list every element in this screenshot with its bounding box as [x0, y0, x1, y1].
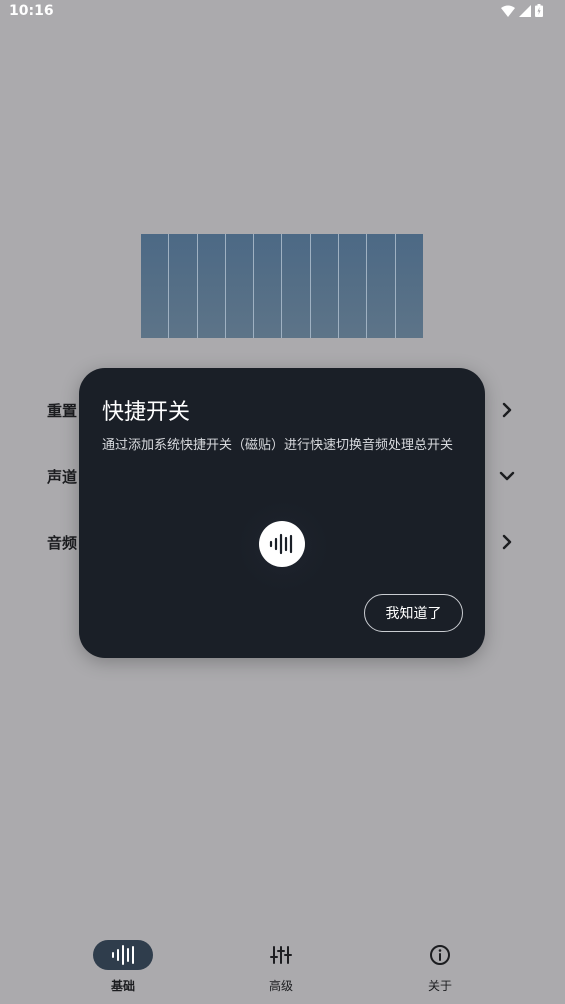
settings-row-label: 声道 [47, 468, 78, 486]
status-icons [501, 4, 543, 17]
info-icon [430, 945, 450, 965]
quick-tile-dialog: 快捷开关 通过添加系统快捷开关（磁贴）进行快速切换音频处理总开关 我知道了 [79, 368, 485, 658]
status-time: 10:16 [9, 3, 54, 19]
nav-label: 高级 [268, 979, 293, 993]
signal-icon [519, 4, 531, 17]
eq-band [395, 234, 423, 338]
eq-band [225, 234, 255, 338]
nav-label: 基础 [110, 979, 135, 993]
nav-active-indicator [93, 940, 153, 970]
nav-item-about[interactable]: 关于 [400, 930, 480, 1000]
eq-band [310, 234, 340, 338]
audio-waveform-icon [259, 521, 305, 567]
wifi-icon [501, 5, 515, 17]
nav-icon-container [251, 940, 311, 970]
chevron-right-icon [502, 402, 512, 418]
nav-item-advanced[interactable]: 高级 [241, 930, 321, 1000]
sliders-icon [270, 946, 292, 964]
eq-band [339, 234, 368, 338]
nav-item-basic[interactable]: 基础 [83, 930, 163, 1000]
eq-band [367, 234, 396, 338]
settings-row-label: 重置 [47, 402, 78, 420]
confirm-button[interactable]: 我知道了 [364, 594, 463, 632]
eq-band [197, 234, 226, 338]
bottom-navigation: 基础 高级 关于 [0, 930, 565, 1004]
equalizer-visualizer [141, 234, 423, 338]
battery-icon [535, 4, 543, 17]
chevron-right-icon [502, 534, 512, 550]
settings-row-label: 音频 [47, 534, 78, 552]
eq-band [282, 234, 311, 338]
nav-icon-container [410, 940, 470, 970]
status-bar: 10:16 [0, 0, 565, 24]
dialog-title: 快捷开关 [102, 400, 191, 425]
nav-label: 关于 [427, 979, 452, 993]
waveform-icon [112, 945, 134, 965]
eq-band [141, 234, 170, 338]
eq-band [169, 234, 198, 338]
eq-band [254, 234, 283, 338]
dialog-description: 通过添加系统快捷开关（磁贴）进行快速切换音频处理总开关 [102, 438, 454, 453]
chevron-down-icon [499, 471, 515, 481]
